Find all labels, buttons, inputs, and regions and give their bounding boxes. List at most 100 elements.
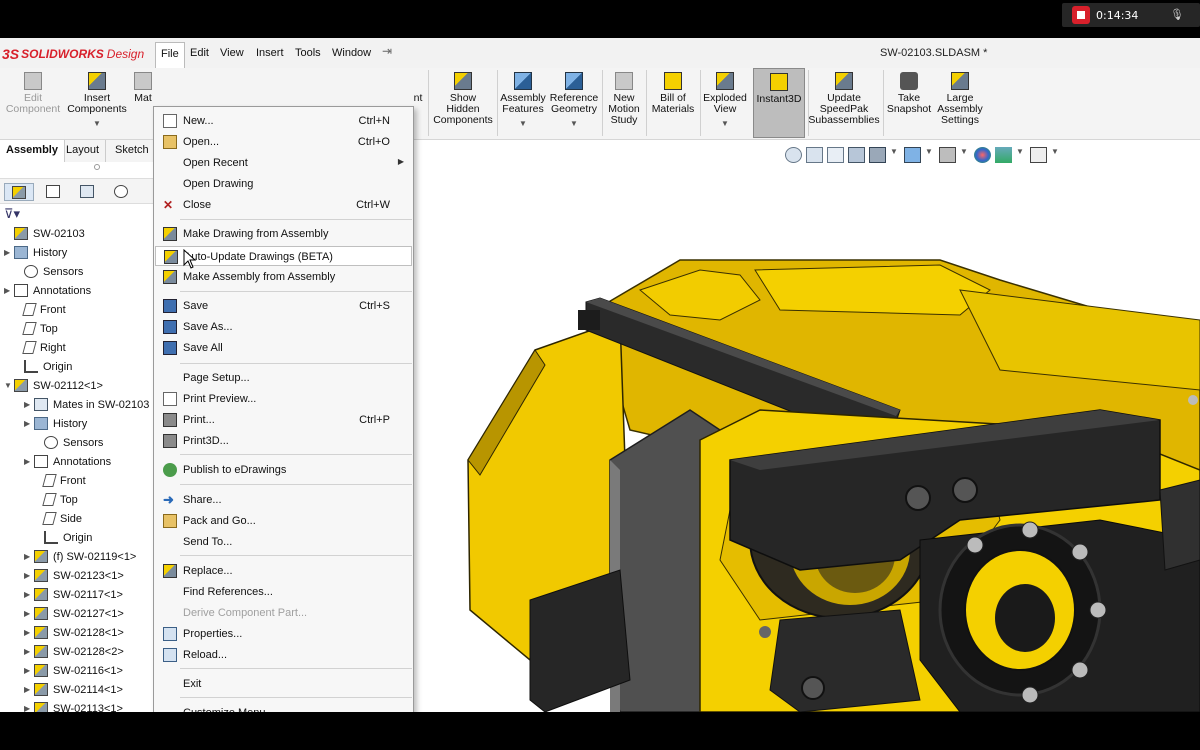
insert-components-button[interactable]: Insert Components ▼ [64, 68, 130, 138]
expand-arrow-icon[interactable]: ▶ [24, 609, 34, 618]
expand-arrow-icon[interactable]: ▶ [4, 286, 14, 295]
expand-arrow-icon[interactable]: ▶ [4, 248, 14, 257]
chevron-down-icon[interactable]: ▼ [93, 118, 101, 129]
tree-item[interactable]: ▶ Annotations [24, 452, 111, 471]
file-menu-item[interactable]: Make Drawing from Assembly [155, 224, 412, 244]
menu-edit[interactable]: Edit [186, 45, 213, 63]
take-snapshot-button[interactable]: Take Snapshot [886, 68, 932, 138]
file-menu-item[interactable]: ➜ Share... [155, 490, 412, 510]
tab-assembly[interactable]: Assembly [0, 140, 65, 162]
new-motion-study-button[interactable]: New Motion Study [604, 68, 644, 138]
configurationmanager-tab[interactable] [72, 183, 102, 201]
file-menu-item[interactable]: Reload... [155, 645, 412, 665]
file-menu-item[interactable]: Open Recent ▶ [155, 153, 412, 173]
tree-item[interactable]: ▶ SW-02128<1> [24, 623, 124, 642]
expand-arrow-icon[interactable]: ▶ [24, 457, 34, 466]
file-menu-item[interactable]: Save Ctrl+S [155, 296, 412, 316]
tree-item[interactable]: ▶ History [24, 414, 87, 433]
expand-arrow-icon[interactable]: ▶ [24, 628, 34, 637]
tab-sketch[interactable]: Sketch [109, 140, 156, 162]
tree-item[interactable]: Right [14, 338, 66, 357]
menu-view[interactable]: View [216, 45, 248, 63]
file-menu-item[interactable]: Pack and Go... [155, 511, 412, 531]
expand-arrow-icon[interactable]: ▶ [24, 647, 34, 656]
tree-item[interactable]: ▼ SW-02112<1> [4, 376, 103, 395]
expand-arrow-icon[interactable]: ▶ [24, 666, 34, 675]
file-menu-item[interactable]: Customize Menu [155, 703, 412, 712]
menu-tools[interactable]: Tools [291, 45, 325, 63]
expand-arrow-icon[interactable]: ▶ [24, 552, 34, 561]
expand-arrow-icon[interactable]: ▶ [24, 590, 34, 599]
tree-item[interactable]: ▶ SW-02117<1> [24, 585, 123, 604]
panel-collapse-grip[interactable] [94, 164, 100, 170]
pin-menu-icon[interactable]: ⇥ [382, 44, 392, 58]
menu-file[interactable]: File [155, 42, 185, 68]
expand-arrow-icon[interactable]: ▶ [24, 685, 34, 694]
microphone-icon[interactable]: 🎙 [1170, 8, 1184, 21]
tree-item[interactable]: ▶ SW-02128<2> [24, 642, 124, 661]
expand-arrow-icon[interactable]: ▶ [24, 400, 34, 409]
featuremanager-tab[interactable] [4, 183, 34, 201]
exploded-view-button[interactable]: Exploded View ▼ [702, 68, 748, 138]
file-menu-item[interactable]: Publish to eDrawings [155, 460, 412, 480]
file-menu-item[interactable]: Open... Ctrl+O [155, 132, 412, 152]
tree-item[interactable]: ▶ (f) SW-02119<1> [24, 547, 136, 566]
tree-item[interactable]: Front [14, 300, 66, 319]
file-menu-item[interactable]: New... Ctrl+N [155, 111, 412, 131]
tree-item[interactable]: ▶ SW-02116<1> [24, 661, 123, 680]
large-assembly-settings-button[interactable]: Large Assembly Settings [934, 68, 986, 138]
tree-item[interactable]: ▶ SW-02123<1> [24, 566, 124, 585]
file-menu-item[interactable]: Print3D... [155, 431, 412, 451]
tree-item[interactable]: ▶ Annotations [4, 281, 91, 300]
expand-arrow-icon[interactable]: ▼ [4, 381, 14, 390]
file-menu-item[interactable]: Exit [155, 674, 412, 694]
chevron-down-icon[interactable]: ▼ [721, 118, 729, 129]
file-menu-item[interactable]: Make Assembly from Assembly [155, 267, 412, 287]
dimxpert-tab[interactable] [106, 183, 136, 201]
file-menu-item[interactable]: ✕ Close Ctrl+W [155, 195, 412, 215]
assembly-features-button[interactable]: Assembly Features ▼ [500, 68, 546, 138]
tree-item[interactable]: Sensors [34, 433, 103, 452]
tree-item[interactable]: Origin [34, 528, 92, 547]
file-menu-item[interactable]: Print Preview... [155, 389, 412, 409]
menu-insert[interactable]: Insert [252, 45, 288, 63]
file-menu-item[interactable]: Page Setup... [155, 368, 412, 388]
expand-arrow-icon[interactable]: ▶ [24, 704, 34, 712]
stop-recording-button[interactable] [1072, 6, 1090, 24]
file-menu-item[interactable]: Open Drawing [155, 174, 412, 194]
file-menu-item[interactable]: Find References... [155, 582, 412, 602]
chevron-down-icon[interactable]: ▼ [519, 118, 527, 129]
update-speedpak-button[interactable]: Update SpeedPak Subassemblies [808, 68, 880, 138]
tree-item[interactable]: ▶ SW-02127<1> [24, 604, 124, 623]
tree-item[interactable]: ▶ History [4, 243, 67, 262]
expand-arrow-icon[interactable]: ▶ [24, 571, 34, 580]
menu-window[interactable]: Window [328, 45, 375, 63]
tree-item[interactable]: Origin [14, 357, 72, 376]
tab-layout[interactable]: Layout [60, 140, 107, 162]
tree-item[interactable]: Sensors [14, 262, 83, 281]
expand-arrow-icon[interactable]: ▶ [24, 419, 34, 428]
edit-component-button[interactable]: Edit Component [4, 68, 62, 138]
tree-item[interactable]: SW-02103 [4, 224, 85, 243]
file-menu-item[interactable]: Send To... [155, 532, 412, 552]
file-menu-item[interactable]: Save All [155, 338, 412, 358]
tree-item[interactable]: ▶ Mates in SW-02103 [24, 395, 149, 414]
chevron-down-icon[interactable]: ▼ [570, 118, 578, 129]
file-menu-item[interactable]: Save As... [155, 317, 412, 337]
reference-geometry-button[interactable]: Reference Geometry ▼ [549, 68, 599, 138]
file-menu-item[interactable]: Print... Ctrl+P [155, 410, 412, 430]
file-menu-item[interactable]: Replace... [155, 561, 412, 581]
tree-item[interactable]: ▶ SW-02113<1> [24, 699, 123, 712]
show-hidden-components-button[interactable]: Show Hidden Components [431, 68, 495, 138]
instant3d-button[interactable]: Instant3D [753, 68, 805, 138]
tree-item[interactable]: Top [14, 319, 58, 338]
tree-item[interactable]: Side [34, 509, 82, 528]
mate-button[interactable]: Mat [132, 68, 154, 138]
bill-of-materials-button[interactable]: Bill of Materials [648, 68, 698, 138]
tree-item[interactable]: ▶ SW-02114<1> [24, 680, 123, 699]
file-menu-item[interactable]: Properties... [155, 624, 412, 644]
propertymanager-tab[interactable] [38, 183, 68, 201]
tree-item[interactable]: Front [34, 471, 86, 490]
filter-icon[interactable]: ⊽▾ [4, 206, 20, 222]
tree-item[interactable]: Top [34, 490, 78, 509]
